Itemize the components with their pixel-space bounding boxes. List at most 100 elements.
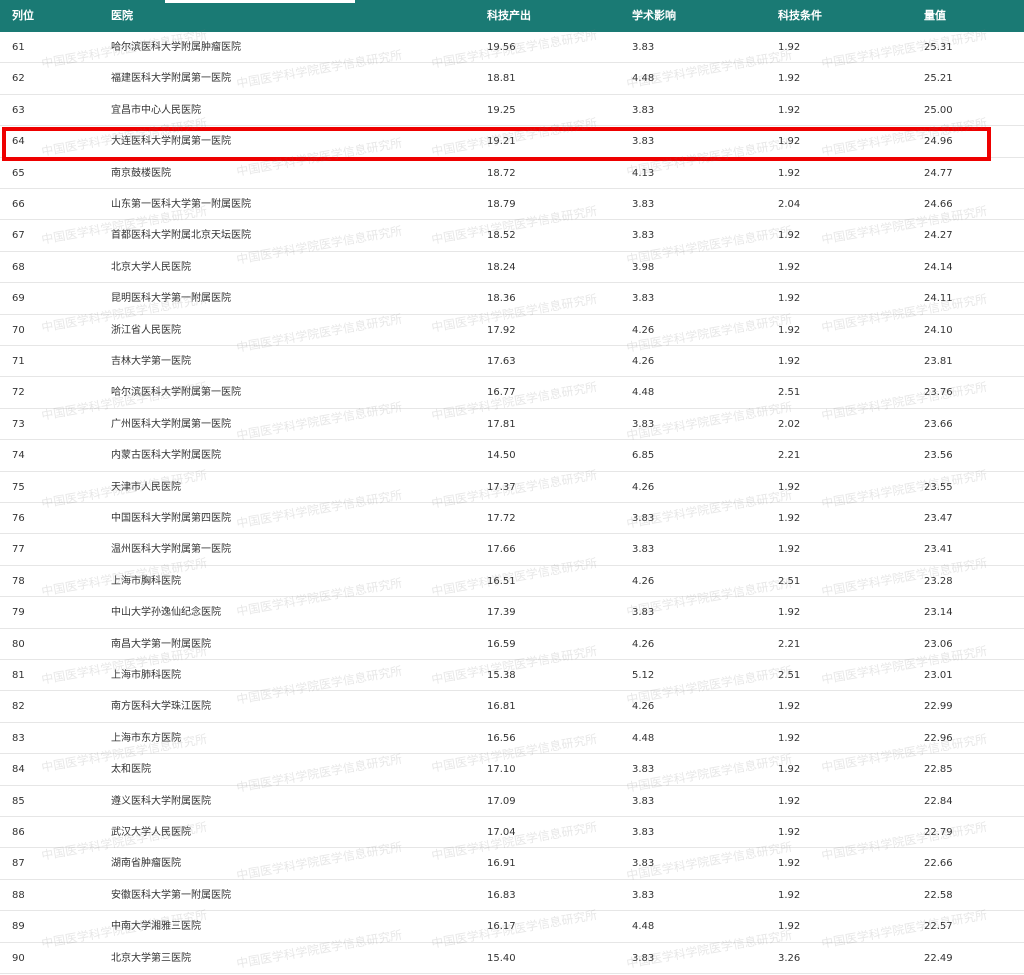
cell-tech-output: 18.24 [487, 261, 516, 273]
cell-score: 22.96 [924, 732, 953, 744]
header-hospital[interactable]: 医院 [111, 0, 133, 32]
cell-tech-conditions: 1.92 [778, 230, 801, 242]
cell-tech-output: 16.81 [487, 701, 516, 713]
cell-score: 23.41 [924, 544, 953, 556]
table-row[interactable]: 64 大连医科大学附属第一医院 19.21 3.83 1.92 24.96 [0, 126, 1024, 158]
cell-rank: 76 [12, 513, 25, 524]
cell-hospital: 内蒙古医科大学附属医院 [111, 450, 221, 462]
cell-tech-conditions: 2.21 [778, 450, 801, 462]
cell-rank: 79 [12, 607, 25, 619]
header-academic-impact[interactable]: 学术影响 [632, 0, 676, 32]
cell-score: 22.85 [924, 764, 953, 776]
cell-tech-output: 16.56 [487, 732, 516, 744]
cell-academic-impact: 3.83 [632, 952, 655, 964]
cell-tech-conditions: 1.92 [778, 293, 801, 305]
cell-tech-output: 16.91 [487, 858, 516, 870]
header-tech-output[interactable]: 科技产出 [487, 0, 531, 32]
table-row[interactable]: 88 安徽医科大学第一附属医院 16.83 3.83 1.92 22.58 [0, 880, 1024, 912]
table-row[interactable]: 69 昆明医科大学第一附属医院 18.36 3.83 1.92 24.11 [0, 283, 1024, 315]
cell-rank: 63 [12, 104, 25, 116]
cell-academic-impact: 3.83 [632, 795, 655, 807]
table-row[interactable]: 70 浙江省人民医院 17.92 4.26 1.92 24.10 [0, 315, 1024, 346]
table-row[interactable]: 85 遵义医科大学附属医院 17.09 3.83 1.92 22.84 [0, 786, 1024, 817]
cell-score: 23.56 [924, 450, 953, 462]
table-row[interactable]: 71 吉林大学第一医院 17.63 4.26 1.92 23.81 [0, 346, 1024, 378]
header-score[interactable]: 量值 [924, 0, 946, 32]
cell-rank: 73 [12, 418, 25, 430]
cell-academic-impact: 3.83 [632, 136, 655, 148]
cell-hospital: 浙江省人民医院 [111, 324, 181, 336]
cell-tech-conditions: 1.92 [778, 261, 801, 273]
cell-rank: 81 [12, 670, 25, 681]
table-row[interactable]: 79 中山大学孙逸仙纪念医院 17.39 3.83 1.92 23.14 [0, 597, 1024, 629]
table-row[interactable]: 84 太和医院 17.10 3.83 1.92 22.85 [0, 754, 1024, 786]
table-row[interactable]: 63 宜昌市中心人民医院 19.25 3.83 1.92 25.00 [0, 95, 1024, 127]
table-row[interactable]: 67 首都医科大学附属北京天坛医院 18.52 3.83 1.92 24.27 [0, 220, 1024, 252]
cell-rank: 77 [12, 544, 25, 556]
table-row[interactable]: 80 南昌大学第一附属医院 16.59 4.26 2.21 23.06 [0, 629, 1024, 660]
cell-tech-conditions: 3.26 [778, 952, 801, 964]
cell-tech-conditions: 1.92 [778, 42, 801, 53]
table-row[interactable]: 83 上海市东方医院 16.56 4.48 1.92 22.96 [0, 723, 1024, 755]
cell-score: 24.66 [924, 199, 953, 210]
cell-hospital: 昆明医科大学第一附属医院 [111, 293, 231, 305]
cell-score: 23.55 [924, 481, 953, 493]
cell-score: 24.10 [924, 324, 953, 336]
cell-rank: 90 [12, 952, 25, 964]
cell-tech-output: 16.83 [487, 889, 516, 901]
cell-rank: 89 [12, 921, 25, 933]
cell-score: 24.96 [924, 136, 953, 148]
cell-hospital: 安徽医科大学第一附属医院 [111, 889, 231, 901]
cell-tech-conditions: 1.92 [778, 544, 801, 556]
cell-hospital: 南昌大学第一附属医院 [111, 638, 211, 650]
cell-hospital: 中南大学湘雅三医院 [111, 921, 201, 933]
header-rank[interactable]: 列位 [12, 0, 34, 32]
table-row[interactable]: 73 广州医科大学附属第一医院 17.81 3.83 2.02 23.66 [0, 409, 1024, 441]
table-row[interactable]: 81 上海市肺科医院 15.38 5.12 2.51 23.01 [0, 660, 1024, 692]
table-row[interactable]: 89 中南大学湘雅三医院 16.17 4.48 1.92 22.57 [0, 911, 1024, 943]
cell-score: 22.57 [924, 921, 953, 933]
cell-academic-impact: 4.48 [632, 732, 655, 744]
cell-academic-impact: 3.83 [632, 293, 655, 305]
cell-rank: 80 [12, 638, 25, 650]
table-row[interactable]: 72 哈尔滨医科大学附属第一医院 16.77 4.48 2.51 23.76 [0, 377, 1024, 409]
cell-hospital: 山东第一医科大学第一附属医院 [111, 199, 251, 210]
table-row[interactable]: 62 福建医科大学附属第一医院 18.81 4.48 1.92 25.21 [0, 63, 1024, 95]
table-row[interactable]: 66 山东第一医科大学第一附属医院 18.79 3.83 2.04 24.66 [0, 189, 1024, 221]
table-row[interactable]: 74 内蒙古医科大学附属医院 14.50 6.85 2.21 23.56 [0, 440, 1024, 472]
cell-tech-output: 17.72 [487, 513, 516, 524]
cell-academic-impact: 4.48 [632, 921, 655, 933]
table-row[interactable]: 75 天津市人民医院 17.37 4.26 1.92 23.55 [0, 472, 1024, 503]
cell-score: 24.27 [924, 230, 953, 242]
table-row[interactable]: 90 北京大学第三医院 15.40 3.83 3.26 22.49 [0, 943, 1024, 974]
cell-tech-conditions: 1.92 [778, 858, 801, 870]
cell-tech-output: 18.81 [487, 73, 516, 85]
table-row[interactable]: 76 中国医科大学附属第四医院 17.72 3.83 1.92 23.47 [0, 503, 1024, 535]
cell-score: 24.14 [924, 261, 953, 273]
header-tech-conditions[interactable]: 科技条件 [778, 0, 822, 32]
table-row[interactable]: 77 温州医科大学附属第一医院 17.66 3.83 1.92 23.41 [0, 534, 1024, 566]
cell-score: 25.21 [924, 73, 953, 85]
cell-tech-output: 17.63 [487, 356, 516, 367]
table-row[interactable]: 68 北京大学人民医院 18.24 3.98 1.92 24.14 [0, 252, 1024, 284]
cell-tech-conditions: 1.92 [778, 827, 801, 838]
cell-academic-impact: 3.83 [632, 889, 655, 901]
cell-hospital: 哈尔滨医科大学附属第一医院 [111, 387, 241, 399]
cell-tech-conditions: 2.51 [778, 387, 801, 399]
cell-rank: 65 [12, 167, 25, 179]
table-row[interactable]: 61 哈尔滨医科大学附属肿瘤医院 19.56 3.83 1.92 25.31 [0, 32, 1024, 64]
cell-score: 23.28 [924, 575, 953, 587]
cell-hospital: 上海市胸科医院 [111, 575, 181, 587]
cell-academic-impact: 4.26 [632, 701, 655, 713]
cell-rank: 74 [12, 450, 25, 462]
table-row[interactable]: 87 湖南省肿瘤医院 16.91 3.83 1.92 22.66 [0, 848, 1024, 880]
cell-tech-conditions: 1.92 [778, 356, 801, 367]
table-row[interactable]: 65 南京鼓楼医院 18.72 4.13 1.92 24.77 [0, 158, 1024, 189]
cell-score: 23.66 [924, 418, 953, 430]
table-row[interactable]: 78 上海市胸科医院 16.51 4.26 2.51 23.28 [0, 566, 1024, 598]
cell-academic-impact: 3.83 [632, 764, 655, 776]
table-row[interactable]: 82 南方医科大学珠江医院 16.81 4.26 1.92 22.99 [0, 691, 1024, 723]
cell-tech-conditions: 2.51 [778, 575, 801, 587]
cell-tech-conditions: 1.92 [778, 607, 801, 619]
table-row[interactable]: 86 武汉大学人民医院 17.04 3.83 1.92 22.79 [0, 817, 1024, 849]
